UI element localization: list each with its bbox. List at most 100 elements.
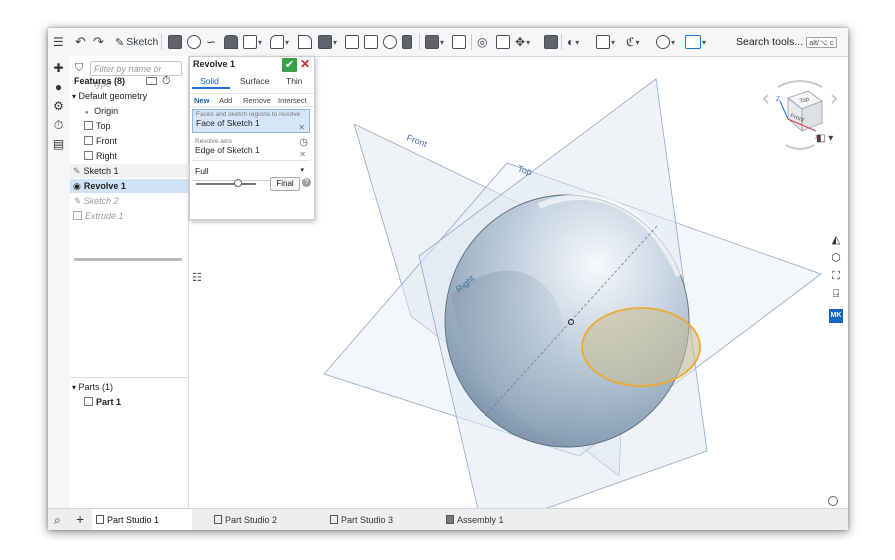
thicken-tool-icon[interactable]: ▾ bbox=[243, 34, 262, 50]
delete-part-tool-icon[interactable] bbox=[544, 34, 558, 50]
tab-manager-icon[interactable]: ⌕ bbox=[54, 513, 61, 528]
tab-thin[interactable]: Thin bbox=[286, 76, 303, 86]
sweep-tool-icon[interactable]: ∽ bbox=[206, 34, 216, 50]
origin-dot-icon: ● bbox=[85, 110, 89, 116]
rollback-timer-icon[interactable]: ⏱ bbox=[162, 74, 171, 88]
parts-header-label: Parts (1) bbox=[78, 382, 114, 392]
part-item[interactable]: Part 1 bbox=[70, 395, 202, 409]
toolbar-divider bbox=[161, 34, 162, 50]
axis-field-value: Edge of Sketch 1 bbox=[195, 145, 260, 155]
mirror-tool-icon[interactable] bbox=[452, 34, 466, 50]
comment-icon[interactable]: ● bbox=[52, 81, 65, 93]
op-intersect[interactable]: Intersect bbox=[278, 96, 307, 105]
sketch-button[interactable]: ✎ Sketch bbox=[115, 34, 158, 50]
tab-part-studio-1[interactable]: Part Studio 1 bbox=[92, 509, 192, 530]
parts-divider bbox=[70, 377, 188, 378]
selected-sketch-face bbox=[581, 307, 701, 387]
left-icon-rail: ✚ ● ⚙ ⏱ ▤ bbox=[48, 56, 71, 508]
variable-table-icon[interactable]: ⍈ bbox=[829, 287, 843, 301]
tab-surface[interactable]: Surface bbox=[240, 76, 269, 86]
feature-item-origin[interactable]: ● Origin bbox=[70, 104, 203, 118]
split-tool-icon[interactable] bbox=[496, 34, 510, 50]
feature-item-top[interactable]: Top bbox=[70, 119, 202, 133]
transform-tool-icon[interactable]: ✥ ▾ bbox=[515, 34, 530, 50]
final-button[interactable]: Final bbox=[270, 177, 300, 191]
helix-tool-icon[interactable]: ℭ ▾ bbox=[626, 34, 639, 50]
op-new[interactable]: New bbox=[194, 96, 209, 105]
cancel-x-icon[interactable]: ✕ bbox=[300, 57, 310, 71]
preview-slider-track[interactable] bbox=[196, 183, 256, 185]
fillet-tool-icon[interactable]: ▾ bbox=[270, 34, 289, 50]
flip-direction-icon[interactable]: ◷ bbox=[299, 137, 308, 148]
revolve-tool-icon[interactable] bbox=[187, 34, 201, 50]
revolve-icon: ◉ bbox=[73, 181, 81, 191]
tab-part-studio-3[interactable]: Part Studio 3 bbox=[326, 509, 426, 530]
features-header-label: Features (8) bbox=[74, 76, 126, 86]
tab-assembly-1[interactable]: Assembly 1 bbox=[442, 509, 542, 530]
preview-slider-knob[interactable] bbox=[234, 179, 242, 187]
list-toggle-icon[interactable]: ☷ bbox=[192, 271, 202, 284]
feature-item-sketch-2[interactable]: ✎ Sketch 2 bbox=[70, 194, 191, 208]
tab-solid[interactable]: Solid bbox=[200, 76, 219, 86]
view-options-icon[interactable]: ◧ ▾ bbox=[816, 133, 833, 144]
op-remove[interactable]: Remove bbox=[243, 96, 271, 105]
feature-item-extrude-1[interactable]: Extrude 1 bbox=[70, 209, 191, 223]
chamfer-tool-icon[interactable] bbox=[298, 34, 312, 50]
clear-faces-icon[interactable]: ✕ bbox=[298, 123, 305, 132]
app-store-badge[interactable]: MK bbox=[829, 309, 843, 323]
tab-part-studio-2[interactable]: Part Studio 2 bbox=[210, 509, 310, 530]
help-icon[interactable]: ? bbox=[302, 178, 311, 187]
configuration-icon[interactable]: ⚙ bbox=[52, 100, 65, 112]
modify-fillet-tool-icon[interactable]: ◐ ▾ bbox=[567, 34, 579, 50]
rib-tool-icon[interactable] bbox=[345, 34, 359, 50]
revolve-type-value: Full bbox=[195, 166, 209, 176]
faces-selection-field[interactable]: Faces and sketch regions to revolve Face… bbox=[192, 109, 310, 133]
view-cube-graphic: Top Front X Z bbox=[762, 80, 838, 150]
mass-properties-icon[interactable]: ⛶ bbox=[829, 269, 843, 283]
view-settings-icon[interactable] bbox=[828, 496, 838, 506]
feature-item-front[interactable]: Front bbox=[70, 134, 202, 148]
search-shortcut-badge: alt/⌥ c bbox=[806, 36, 837, 48]
feature-list-scrollbar[interactable] bbox=[74, 258, 182, 261]
feature-label: Top bbox=[96, 121, 111, 131]
feature-list-toggle-icon[interactable]: ☰ bbox=[53, 34, 64, 50]
axis-selection-field[interactable]: Revolve axis Edge of Sketch 1 ✕ ◷ bbox=[192, 137, 310, 161]
draft-tool-icon[interactable]: ▾ bbox=[318, 34, 337, 50]
appearance-tool-icon[interactable]: ⬡ bbox=[829, 251, 843, 265]
feature-label: Front bbox=[96, 136, 118, 146]
redo-icon[interactable]: ↷ bbox=[93, 34, 104, 50]
add-tab-plus-icon[interactable]: + bbox=[76, 511, 84, 527]
plane-tool-icon[interactable]: ▾ bbox=[596, 34, 615, 50]
add-feature-icon[interactable]: ✚ bbox=[52, 62, 65, 74]
shell-tool-icon[interactable] bbox=[364, 34, 378, 50]
faces-field-label: Faces and sketch regions to revolve bbox=[196, 111, 301, 118]
revolve-dialog: Revolve 1 ✔ ✕ Solid Surface Thin New Add… bbox=[189, 56, 315, 220]
sketch-label: Sketch bbox=[126, 36, 159, 48]
feature-item-right[interactable]: Right bbox=[70, 149, 202, 163]
clear-axis-icon[interactable]: ✕ bbox=[299, 150, 306, 159]
measure-tool-icon[interactable]: ◭ bbox=[829, 233, 843, 247]
folder-add-icon[interactable] bbox=[146, 77, 157, 85]
curve-tool-icon[interactable]: ▾ bbox=[656, 34, 675, 50]
undo-icon[interactable]: ↶ bbox=[75, 34, 86, 50]
feature-item-default-geometry[interactable]: ▾ Default geometry bbox=[70, 89, 190, 103]
accept-checkmark-icon[interactable]: ✔ bbox=[282, 58, 297, 72]
bill-of-materials-icon[interactable]: ▤ bbox=[52, 138, 65, 150]
hole-tool-icon[interactable] bbox=[383, 34, 397, 50]
feature-item-sketch-1[interactable]: ✎ Sketch 1 bbox=[70, 164, 191, 178]
history-timer-icon[interactable]: ⏱ bbox=[52, 119, 65, 131]
part-studio-icon bbox=[214, 515, 222, 524]
axis-field-label: Revolve axis bbox=[195, 138, 232, 145]
search-tools[interactable]: Search tools... alt/⌥ c bbox=[736, 33, 837, 51]
op-add[interactable]: Add bbox=[219, 96, 232, 105]
feature-item-revolve-1[interactable]: ◉ Revolve 1 bbox=[70, 179, 191, 193]
extrude-tool-icon[interactable] bbox=[168, 34, 182, 50]
custom-features-icon[interactable]: ▾ bbox=[685, 34, 706, 50]
loft-tool-icon[interactable] bbox=[224, 34, 238, 50]
parts-header[interactable]: ▾ Parts (1) bbox=[70, 380, 190, 394]
view-cube[interactable]: Top Front X Z bbox=[758, 73, 842, 159]
boolean-tool-icon[interactable]: ◎ bbox=[477, 34, 487, 50]
cylinder-tool-icon[interactable] bbox=[402, 34, 412, 50]
pattern-tool-icon[interactable]: ▾ bbox=[425, 34, 444, 50]
toolbar-divider bbox=[419, 34, 420, 50]
